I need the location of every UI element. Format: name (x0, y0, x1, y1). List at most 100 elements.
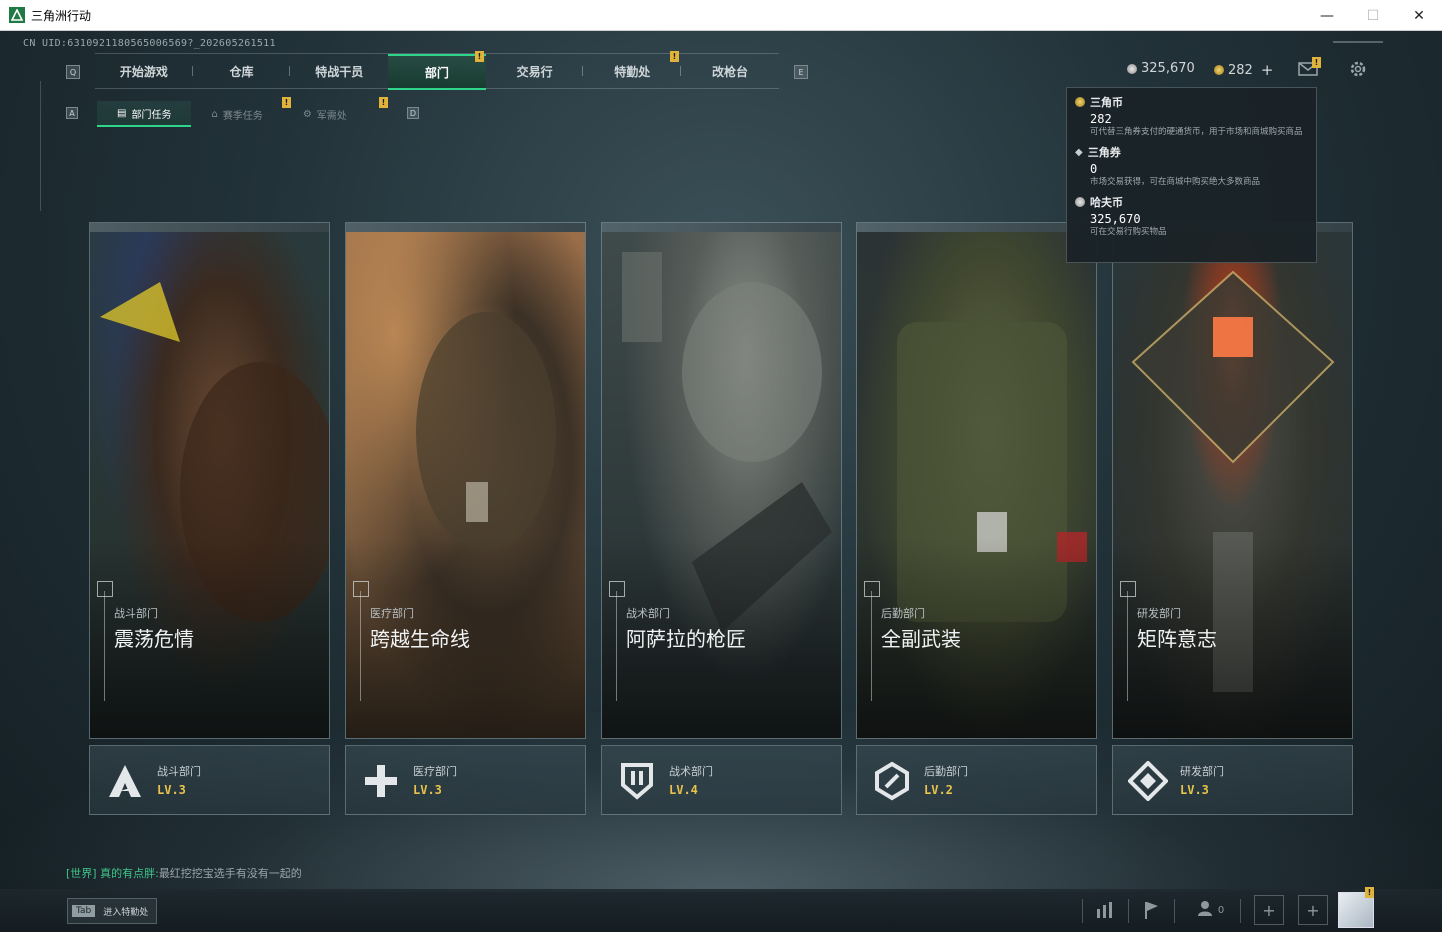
card-department-label: 战斗部门 (114, 607, 158, 620)
add-currency-button[interactable]: + (1261, 61, 1274, 79)
card-divider (104, 591, 105, 701)
nav-special-ops[interactable]: 特勤处 (583, 54, 682, 88)
settings-gear-icon[interactable] (1348, 59, 1368, 79)
plate-level: LV.3 (1180, 783, 1209, 797)
nav-next-key[interactable]: E (794, 65, 808, 79)
plate-level: LV.3 (157, 783, 186, 797)
nav-warehouse[interactable]: 仓库 (193, 54, 291, 88)
subtab-label: 赛季任务 (222, 110, 263, 122)
research-emblem-icon (1123, 756, 1173, 806)
maximize-button[interactable]: ☐ (1350, 0, 1396, 31)
card-corner-mark (353, 581, 369, 597)
currency-amount: 0 (1090, 162, 1098, 176)
plate-level: LV.2 (924, 783, 953, 797)
hafcoin-balance[interactable]: 325,670 (1127, 61, 1195, 76)
department-level-plate-combat[interactable]: 战斗部门 LV.3 (89, 745, 330, 815)
add-squad-slot-icon[interactable]: + (1254, 895, 1284, 925)
season-icon: ⌂ (211, 108, 218, 120)
card-corner-mark (1120, 581, 1136, 597)
nav-trading[interactable]: 交易行 (486, 54, 584, 88)
delta-coin-icon (1075, 97, 1085, 107)
department-card-research[interactable]: 研发部门 矩阵意志 (1112, 222, 1353, 739)
currency-name: 三角券 (1087, 146, 1121, 159)
sub-nav: ▤ 部门任务 ⌂ 赛季任务 ⚙ 军需处 (97, 101, 367, 127)
plate-department-label: 后勤部门 (924, 765, 968, 778)
window-titlebar: 三角洲行动 — ☐ ✕ (0, 0, 1442, 31)
friends-button[interactable]: 0 (1190, 895, 1230, 925)
subtab-quartermaster[interactable]: ⚙ 军需处 (283, 101, 367, 127)
add-squad-slot-icon[interactable]: + (1298, 895, 1328, 925)
card-mission-name: 矩阵意志 (1137, 627, 1217, 651)
card-mission-name: 阿萨拉的枪匠 (626, 627, 746, 651)
currency-description: 可在交易行购买物品 (1090, 227, 1167, 237)
mail-badge: ! (1312, 57, 1321, 68)
quartermaster-icon: ⚙ (302, 108, 312, 120)
hafcoin-icon (1075, 197, 1085, 207)
nav-departments[interactable]: 部门 (388, 54, 486, 90)
department-card-medical[interactable]: 医疗部门 跨越生命线 (345, 222, 586, 739)
card-mission-name: 全副武装 (881, 627, 961, 651)
card-department-label: 研发部门 (1137, 607, 1181, 620)
uid-label: CN UID:6310921180565006569?_202605261511 (23, 38, 276, 49)
card-header-strip (857, 223, 1096, 232)
department-level-plate-medical[interactable]: 医疗部门 LV.3 (345, 745, 586, 815)
assault-emblem-icon (100, 756, 150, 806)
shield-emblem-icon (612, 756, 662, 806)
hafcoin-value: 325,670 (1141, 61, 1195, 76)
chat-message: 最红挖挖宝选手有没有一起的 (158, 867, 302, 880)
card-header-strip (602, 223, 841, 232)
nav-special-ops-badge: ! (670, 51, 679, 62)
card-mission-name: 跨越生命线 (370, 627, 470, 651)
plate-department-label: 医疗部门 (413, 765, 457, 778)
nav-gunsmith[interactable]: 改枪台 (681, 54, 779, 88)
department-level-plate-tactical[interactable]: 战术部门 LV.4 (601, 745, 842, 815)
nav-prev-key[interactable]: Q (66, 65, 80, 79)
enter-special-ops-button[interactable]: Tab 进入特勤处 (67, 898, 158, 924)
divider (1082, 899, 1083, 923)
stats-chart-icon[interactable] (1090, 895, 1120, 925)
nav-start-game[interactable]: 开始游戏 (95, 54, 193, 88)
subtab-label: 军需处 (316, 110, 347, 122)
card-corner-mark (864, 581, 880, 597)
currency-name: 哈夫币 (1090, 196, 1123, 209)
subtab-label: 部门任务 (131, 109, 172, 121)
minimize-button[interactable]: — (1304, 0, 1350, 31)
task-list-icon: ▤ (117, 107, 127, 119)
app-logo-icon (9, 7, 25, 23)
close-button[interactable]: ✕ (1396, 0, 1442, 31)
currency-entry: 三角币 282 可代替三角券支付的硬通货币，用于市场和商城购买商品 (1075, 94, 1308, 139)
ticket-icon: ◆ (1075, 146, 1083, 158)
subtab-season-tasks[interactable]: ⌂ 赛季任务 (191, 101, 282, 127)
logistics-emblem-icon (867, 756, 917, 806)
card-department-label: 战术部门 (626, 607, 670, 620)
currency-name: 三角币 (1090, 96, 1123, 109)
subnav-next-key[interactable]: D (407, 107, 419, 119)
divider (1128, 899, 1129, 923)
subnav-prev-key[interactable]: A (66, 107, 78, 119)
card-mission-name: 震荡危情 (114, 627, 194, 651)
card-department-label: 医疗部门 (370, 607, 414, 620)
nav-operators[interactable]: 特战干员 (290, 54, 388, 88)
decor-line (40, 81, 41, 211)
plate-level: LV.3 (413, 783, 442, 797)
department-card-combat[interactable]: 战斗部门 震荡危情 (89, 222, 330, 739)
currency-tooltip: 三角币 282 可代替三角券支付的硬通货币，用于市场和商城购买商品 ◆ 三角券 … (1066, 87, 1317, 263)
card-header-strip (346, 223, 585, 232)
chat-line[interactable]: [世界] 真的有点胖:最红挖挖宝选手有没有一起的 (66, 865, 302, 881)
department-card-tactical[interactable]: 战术部门 阿萨拉的枪匠 (601, 222, 842, 739)
nav-departments-badge: ! (475, 51, 484, 62)
card-divider (360, 591, 361, 701)
subtab-department-tasks[interactable]: ▤ 部门任务 (97, 101, 192, 127)
plate-level: LV.4 (669, 783, 698, 797)
plate-department-label: 战斗部门 (157, 765, 201, 778)
game-viewport: CN UID:6310921180565006569?_202605261511… (0, 31, 1442, 932)
card-department-label: 后勤部门 (881, 607, 925, 620)
tab-hint-label: 进入特勤处 (103, 907, 149, 918)
department-level-plate-logistics[interactable]: 后勤部门 LV.2 (856, 745, 1097, 815)
flag-icon[interactable] (1136, 895, 1166, 925)
chat-sender[interactable]: 真的有点胖: (100, 867, 159, 880)
department-card-logistics[interactable]: 后勤部门 全副武装 (856, 222, 1097, 739)
department-level-plate-research[interactable]: 研发部门 LV.3 (1112, 745, 1353, 815)
delta-coin-balance[interactable]: 282 + (1214, 61, 1273, 79)
plate-department-label: 战术部门 (669, 765, 713, 778)
